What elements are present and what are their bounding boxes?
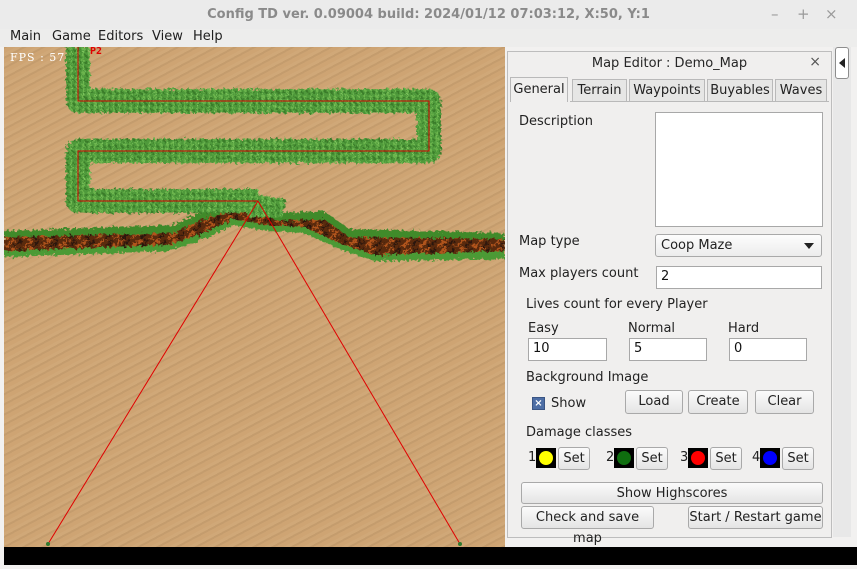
player-marker: P2 (90, 46, 103, 57)
collapse-panel-button[interactable] (835, 47, 849, 79)
tab-terrain[interactable]: Terrain (572, 79, 627, 101)
status-strip (4, 547, 857, 565)
menu-bar: Main Game Editors View Help (0, 29, 857, 47)
lives-easy-input[interactable]: 10 (528, 338, 607, 361)
tab-general[interactable]: General (510, 77, 568, 102)
menu-view[interactable]: View (152, 29, 183, 44)
color-dot-icon (617, 451, 631, 465)
maximize-button[interactable]: + (797, 5, 810, 23)
title-bar: Config TD ver. 0.09004 build: 2024/01/12… (0, 0, 857, 30)
lives-label: Lives count for every Player (526, 297, 708, 312)
damage-class-4-set-button[interactable]: Set (782, 447, 814, 470)
show-highscores-button[interactable]: Show Highscores (521, 482, 823, 504)
checkmark-icon: × (534, 398, 543, 409)
menu-editors[interactable]: Editors (98, 29, 143, 44)
chevron-down-icon (804, 243, 814, 249)
map-type-label: Map type (519, 234, 580, 249)
app-window: Config TD ver. 0.09004 build: 2024/01/12… (0, 0, 857, 569)
start-restart-button[interactable]: Start / Restart game (688, 506, 823, 529)
description-textarea[interactable] (655, 112, 823, 227)
game-map-canvas (4, 47, 505, 546)
menu-game[interactable]: Game (52, 29, 91, 44)
damage-class-2-set-button[interactable]: Set (636, 447, 668, 470)
tab-waves[interactable]: Waves (775, 79, 827, 101)
background-image-label: Background Image (526, 370, 649, 385)
menu-main[interactable]: Main (10, 29, 41, 44)
color-dot-icon (691, 451, 705, 465)
editor-tabs: General Terrain Waypoints Buyables Waves (510, 77, 829, 102)
grass-path (66, 47, 441, 217)
menu-help[interactable]: Help (193, 29, 223, 44)
minimize-button[interactable]: – (771, 5, 779, 23)
load-button[interactable]: Load (625, 390, 683, 414)
show-label: Show (551, 396, 587, 411)
close-button[interactable]: × (825, 5, 838, 23)
tab-waypoints[interactable]: Waypoints (629, 79, 705, 101)
description-label: Description (519, 114, 594, 129)
damage-class-3-set-button[interactable]: Set (710, 447, 742, 470)
lives-hard-input[interactable]: 0 (729, 338, 807, 361)
max-players-label: Max players count (519, 266, 639, 281)
arrow-left-icon (839, 58, 845, 68)
tab-divider (570, 101, 829, 102)
check-and-save-button[interactable]: Check and save map (521, 506, 654, 546)
damage-class-1-swatch (536, 448, 556, 468)
editor-close-icon[interactable]: × (809, 54, 821, 70)
damage-class-3-swatch (688, 448, 708, 468)
clear-button[interactable]: Clear (755, 390, 814, 414)
lives-normal-label: Normal (628, 321, 676, 336)
damage-classes-label: Damage classes (526, 425, 633, 440)
side-scrollbar[interactable] (833, 47, 851, 537)
create-button[interactable]: Create (688, 390, 748, 414)
damage-class-4-swatch (760, 448, 780, 468)
map-editor-panel: Map Editor : Demo_Map × General Terrain … (507, 51, 832, 546)
game-viewport[interactable]: FPS : 57 P2 (4, 46, 505, 547)
show-background-checkbox[interactable]: × (532, 397, 545, 410)
map-type-value: Coop Maze (661, 238, 733, 253)
damage-class-1-set-button[interactable]: Set (558, 447, 590, 470)
tab-buyables[interactable]: Buyables (707, 79, 773, 101)
damage-class-2-swatch (614, 448, 634, 468)
color-dot-icon (539, 451, 553, 465)
lives-hard-label: Hard (728, 321, 760, 336)
color-dot-icon (763, 451, 777, 465)
lives-normal-input[interactable]: 5 (629, 338, 707, 361)
editor-title: Map Editor : Demo_Map (591, 56, 748, 71)
fps-counter: FPS : 57 (10, 51, 66, 64)
max-players-input[interactable]: 2 (656, 266, 822, 289)
waypoint-lines (46, 47, 462, 546)
map-type-select[interactable]: Coop Maze (655, 234, 822, 257)
window-title: Config TD ver. 0.09004 build: 2024/01/12… (207, 7, 650, 22)
lives-easy-label: Easy (528, 321, 559, 336)
